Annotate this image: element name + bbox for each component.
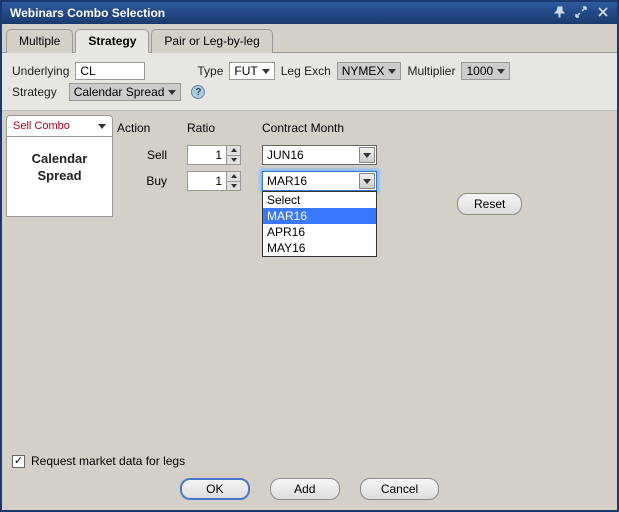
chevron-down-icon[interactable] xyxy=(359,147,375,163)
tab-bar: Multiple Strategy Pair or Leg-by-leg xyxy=(2,24,617,53)
combo-side-label: Sell Combo xyxy=(13,120,70,132)
multiplier-dropdown[interactable]: 1000 xyxy=(461,62,510,80)
help-icon[interactable]: ? xyxy=(191,85,205,99)
spin-up-icon[interactable] xyxy=(227,172,240,182)
legs-grid: Action Ratio Contract Month Sell JUN16 xyxy=(117,111,617,446)
titlebar-controls xyxy=(553,6,609,21)
body-area: Sell Combo Calendar Spread Action Ratio … xyxy=(2,111,617,446)
spin-up-icon[interactable] xyxy=(227,146,240,156)
contract-month-sell[interactable]: JUN16 xyxy=(262,145,377,165)
leg-exch-label: Leg Exch xyxy=(281,64,331,78)
contract-month-buy[interactable]: MAR16 Select MAR16 APR16 MAY16 xyxy=(262,171,377,191)
ratio-input[interactable] xyxy=(187,171,227,191)
month-option[interactable]: MAY16 xyxy=(263,240,376,256)
multiplier-label: Multiplier xyxy=(407,64,455,78)
pin-icon[interactable] xyxy=(553,6,565,21)
leg-row-buy: Buy MAR16 Select MAR16 APR16 MAY16 xyxy=(117,171,607,191)
dialog-buttons: OK Add Cancel xyxy=(12,478,607,500)
strategy-name-panel: Calendar Spread xyxy=(6,137,113,217)
underlying-input[interactable] xyxy=(75,62,145,80)
reset-button-wrap: Reset xyxy=(457,193,522,215)
strategy-dropdown[interactable]: Calendar Spread xyxy=(69,83,182,101)
spin-down-icon[interactable] xyxy=(227,156,240,165)
reset-button[interactable]: Reset xyxy=(457,193,522,215)
type-label: Type xyxy=(197,64,223,78)
type-dropdown[interactable]: FUT xyxy=(229,62,274,80)
tab-multiple[interactable]: Multiple xyxy=(6,29,73,53)
month-option[interactable]: MAR16 xyxy=(263,208,376,224)
ratio-spinner-buy[interactable] xyxy=(187,171,242,191)
chevron-down-icon[interactable] xyxy=(359,173,375,189)
leg-action: Buy xyxy=(117,174,167,188)
leg-row-sell: Sell JUN16 xyxy=(117,145,607,165)
add-button[interactable]: Add xyxy=(270,478,340,500)
request-md-checkbox[interactable] xyxy=(12,455,25,468)
ratio-input[interactable] xyxy=(187,145,227,165)
contract-month-dropdown-list: Select MAR16 APR16 MAY16 xyxy=(262,191,377,257)
leg-action: Sell xyxy=(117,148,167,162)
col-action: Action xyxy=(117,121,167,135)
side-panel: Sell Combo Calendar Spread xyxy=(2,111,117,446)
combo-selection-window: Webinars Combo Selection Multiple Strate… xyxy=(2,2,617,510)
tab-pair-or-leg[interactable]: Pair or Leg-by-leg xyxy=(151,29,272,53)
month-option[interactable]: APR16 xyxy=(263,224,376,240)
footer: Request market data for legs OK Add Canc… xyxy=(2,446,617,510)
window-title: Webinars Combo Selection xyxy=(10,6,165,20)
close-icon[interactable] xyxy=(597,6,609,21)
col-month: Contract Month xyxy=(262,121,382,135)
underlying-label: Underlying xyxy=(12,64,69,78)
params-row-1: Underlying Type FUT Leg Exch NYMEX Multi… xyxy=(12,62,607,80)
parameters-panel: Underlying Type FUT Leg Exch NYMEX Multi… xyxy=(2,53,617,111)
combo-side-tab[interactable]: Sell Combo xyxy=(6,115,113,137)
grid-header: Action Ratio Contract Month xyxy=(117,121,607,135)
params-row-2: Strategy Calendar Spread ? xyxy=(12,83,607,101)
leg-exch-dropdown[interactable]: NYMEX xyxy=(337,62,402,80)
titlebar: Webinars Combo Selection xyxy=(2,2,617,24)
request-md-label: Request market data for legs xyxy=(31,454,185,468)
request-md-row: Request market data for legs xyxy=(12,454,607,468)
month-option[interactable]: Select xyxy=(263,192,376,208)
expand-icon[interactable] xyxy=(575,6,587,21)
tab-strategy[interactable]: Strategy xyxy=(75,29,149,53)
cancel-button[interactable]: Cancel xyxy=(360,478,439,500)
col-ratio: Ratio xyxy=(187,121,242,135)
strategy-label: Strategy xyxy=(12,85,57,99)
spin-down-icon[interactable] xyxy=(227,182,240,191)
ok-button[interactable]: OK xyxy=(180,478,250,500)
ratio-spinner-sell[interactable] xyxy=(187,145,242,165)
